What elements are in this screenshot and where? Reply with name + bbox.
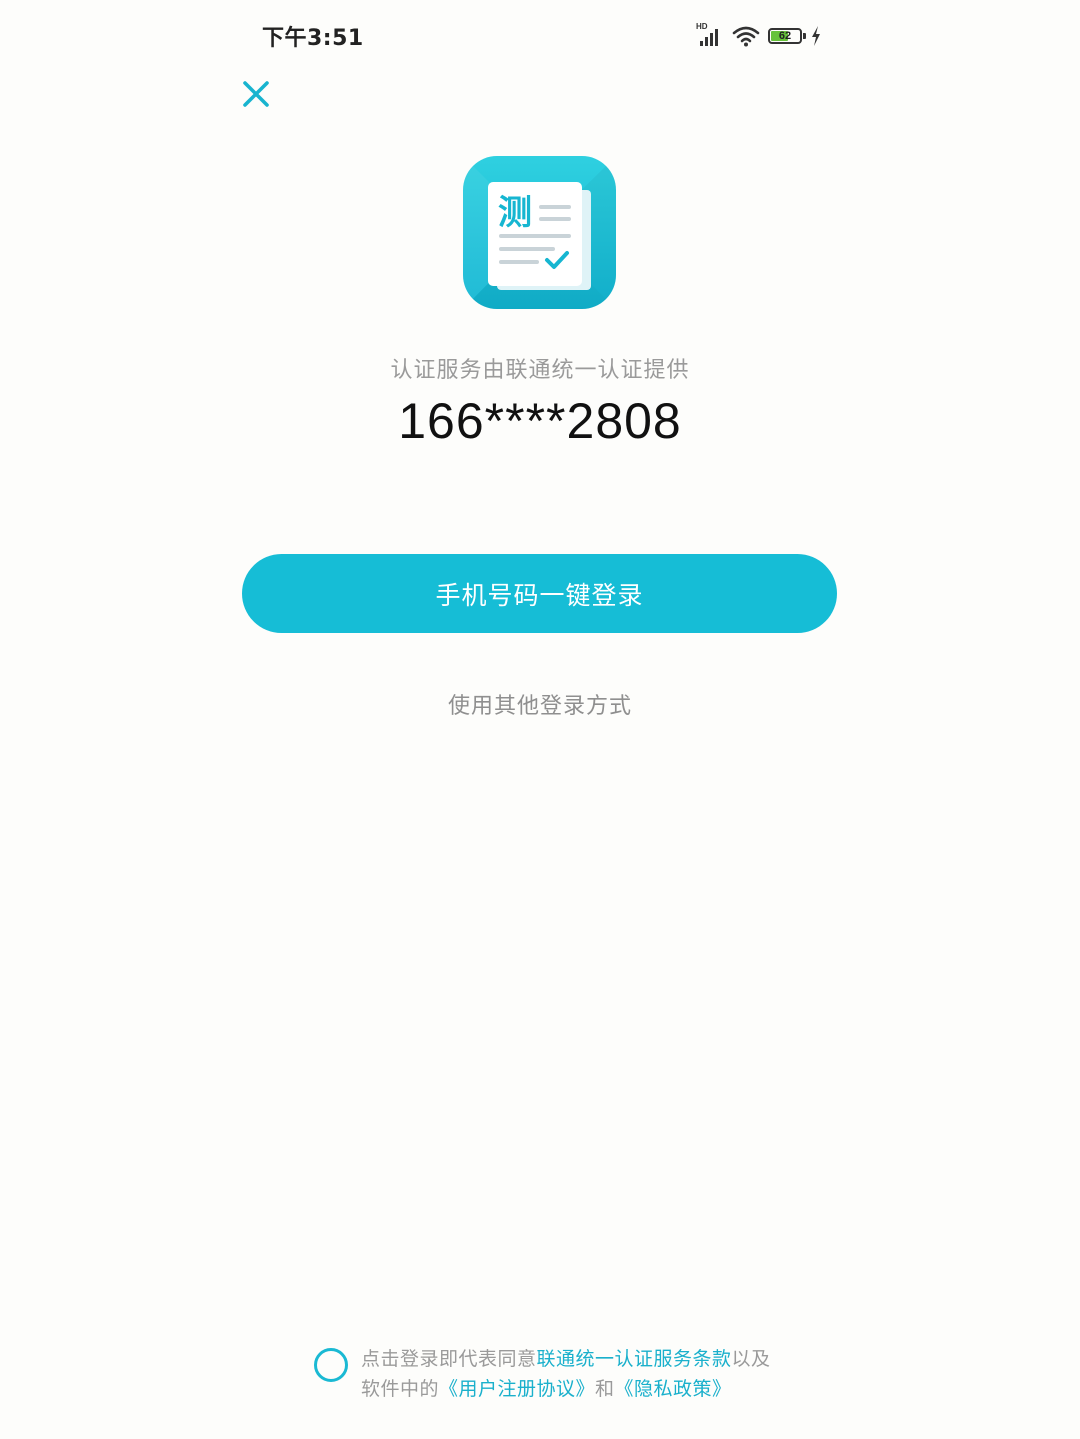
- signal-icon: HD: [696, 22, 724, 48]
- one-click-login-button[interactable]: 手机号码一键登录: [242, 554, 837, 633]
- masked-phone-number: 166****2808: [398, 393, 682, 449]
- app-logo-icon: 测: [463, 156, 616, 309]
- status-time: 下午3:51: [262, 26, 364, 51]
- login-screen: 下午3:51 HD 62 测 认证服务由联通统一认证提供 166****2808…: [0, 0, 1080, 1439]
- agreement-mid2: 和: [595, 1378, 615, 1400]
- agreement-prefix: 点击登录即代表同意: [361, 1348, 537, 1370]
- battery-icon: 62: [768, 28, 806, 44]
- user-agreement-link[interactable]: 《用户注册协议》: [439, 1378, 595, 1400]
- wifi-icon: [732, 26, 760, 47]
- status-icons: HD 62: [696, 22, 822, 50]
- other-login-link[interactable]: 使用其他登录方式: [0, 688, 1080, 720]
- service-terms-link[interactable]: 联通统一认证服务条款: [537, 1348, 732, 1370]
- close-button[interactable]: [240, 78, 272, 110]
- charging-bolt-icon: [812, 26, 820, 46]
- agreement-checkbox[interactable]: [314, 1348, 348, 1382]
- close-icon: [243, 81, 269, 107]
- agreement-text: 点击登录即代表同意联通统一认证服务条款以及软件中的《用户注册协议》和《隐私政策》: [361, 1344, 781, 1404]
- app-logo-glyph: 测: [498, 193, 532, 233]
- auth-provider-text: 认证服务由联通统一认证提供: [390, 358, 690, 383]
- privacy-policy-link[interactable]: 《隐私政策》: [615, 1378, 732, 1400]
- battery-level: 62: [778, 30, 792, 42]
